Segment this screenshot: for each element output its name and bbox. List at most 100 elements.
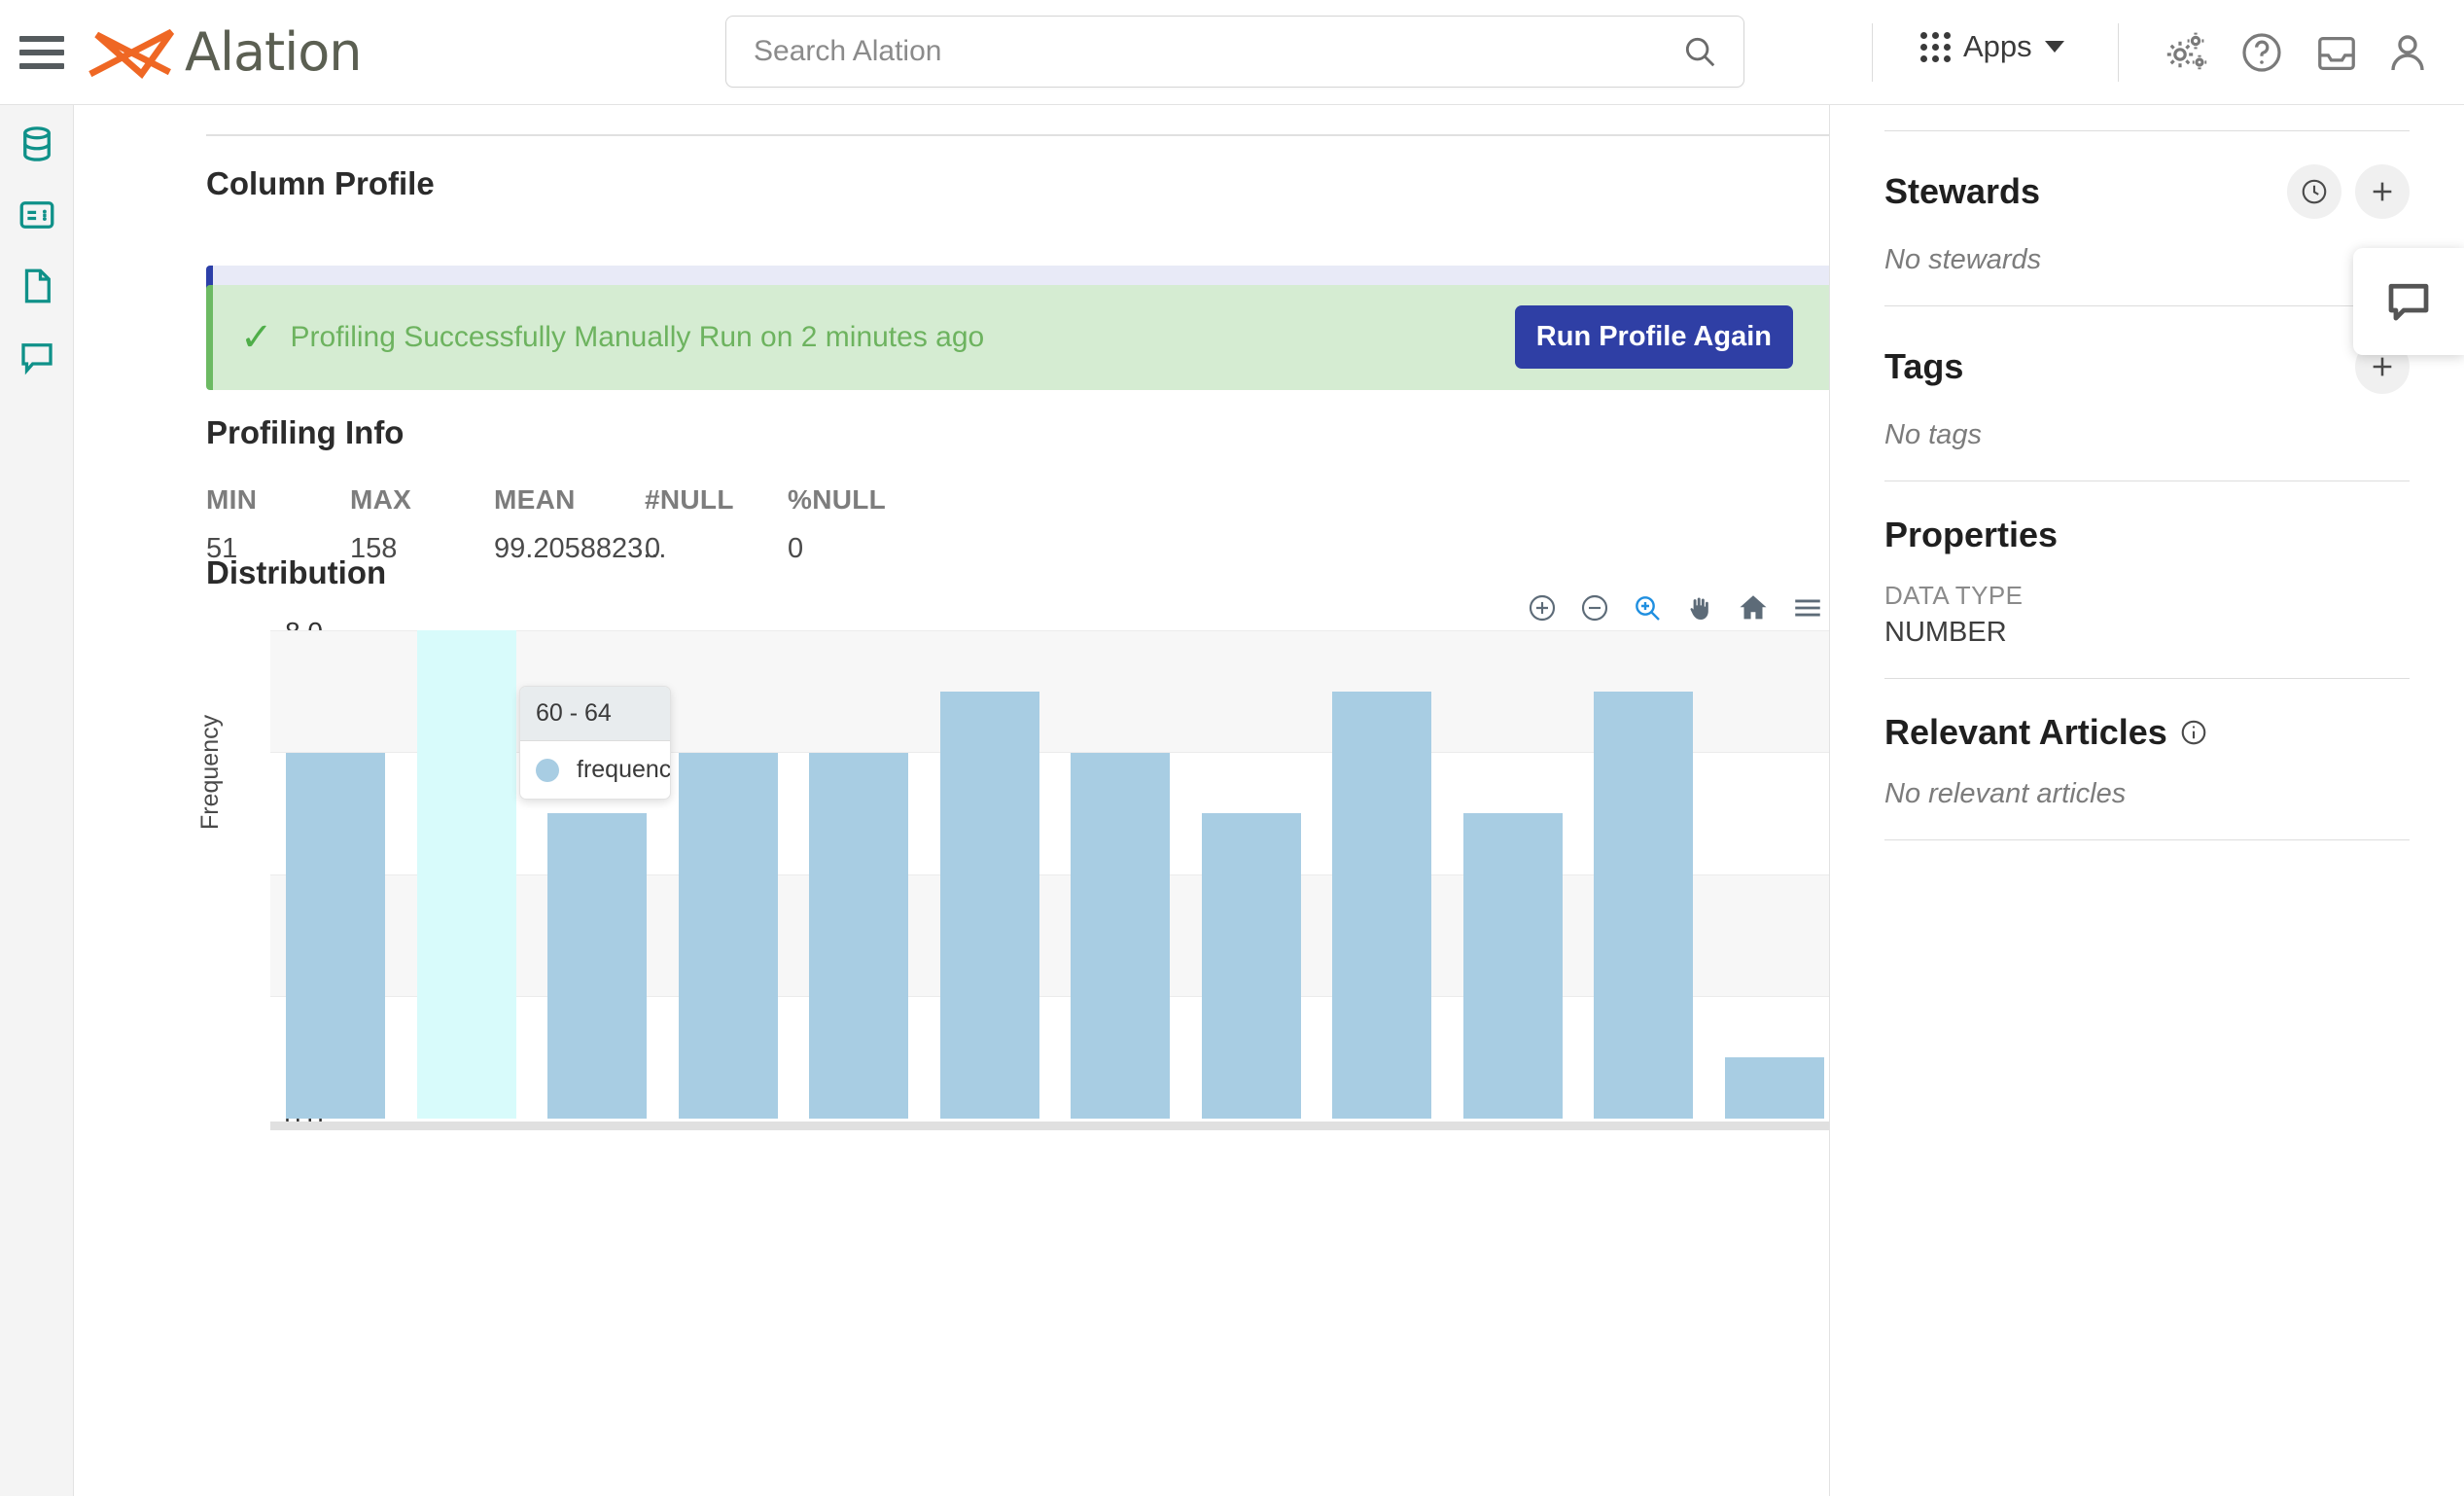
chart-tooltip: 60 - 64 frequency: 7.0 xyxy=(519,686,671,800)
stat-null-count-key: #NULL xyxy=(645,484,734,515)
bar[interactable] xyxy=(1462,813,1563,1119)
properties-title: Properties xyxy=(1884,515,2059,554)
global-search[interactable] xyxy=(725,16,1744,88)
profiling-info-title: Profiling Info xyxy=(206,414,405,450)
stewards-section: Stewards No stewards xyxy=(1884,131,2410,305)
apps-menu[interactable]: Apps xyxy=(1920,29,2064,64)
bar-cell[interactable] xyxy=(270,630,402,1119)
bar[interactable] xyxy=(1332,691,1432,1119)
hamburger-menu-icon[interactable] xyxy=(19,35,64,69)
stat-null-count: #NULL 0 xyxy=(645,484,788,565)
bar-highlighted[interactable] xyxy=(416,630,516,1119)
stat-max-key: MAX xyxy=(350,484,412,515)
relevant-articles-empty-text: No relevant articles xyxy=(1884,778,2127,809)
settings-gears-icon[interactable] xyxy=(2163,29,2209,76)
chat-bubble-icon[interactable] xyxy=(2353,248,2464,355)
sidebar-item-document[interactable] xyxy=(14,263,60,309)
bar-cell[interactable] xyxy=(1186,630,1318,1119)
run-profile-again-button[interactable]: Run Profile Again xyxy=(1514,305,1793,369)
main-content: Column Profile Automatic Titling: Are th… xyxy=(74,105,1829,1496)
stat-null-pct: %NULL 0 xyxy=(788,484,886,565)
tooltip-series-dot-icon xyxy=(536,758,559,782)
profiling-stats: MIN 51 MAX 158 MEAN 99.2058823... #NULL … xyxy=(206,484,886,565)
bar[interactable] xyxy=(547,813,648,1119)
bar-cell[interactable] xyxy=(1055,630,1186,1119)
success-check-icon: ✓ xyxy=(240,316,273,359)
tooltip-series-label: frequency: xyxy=(577,756,671,783)
relevant-articles-section: Relevant Articles No relevant articles xyxy=(1884,679,2410,839)
bar-cell[interactable] xyxy=(1448,630,1579,1119)
pan-hand-icon[interactable] xyxy=(1684,592,1715,623)
reset-home-icon[interactable] xyxy=(1737,591,1770,624)
relevant-articles-label: Relevant Articles xyxy=(1884,712,2167,752)
search-input[interactable] xyxy=(726,35,1681,68)
bar[interactable] xyxy=(678,752,778,1119)
tooltip-header: 60 - 64 xyxy=(520,687,670,741)
profiling-status-message: Profiling Successfully Manually Run on 2… xyxy=(290,321,985,353)
stewards-title: Stewards xyxy=(1884,171,2041,211)
stat-null-pct-key: %NULL xyxy=(788,484,887,515)
distribution-title: Distribution xyxy=(206,554,387,590)
info-circle-icon[interactable] xyxy=(2179,718,2208,747)
bar[interactable] xyxy=(286,752,386,1119)
stat-mean: MEAN 99.2058823... xyxy=(494,484,666,565)
bar[interactable] xyxy=(1594,691,1694,1119)
stat-min-key: MIN xyxy=(206,484,258,515)
bar-series xyxy=(270,630,1829,1119)
zoom-out-icon[interactable] xyxy=(1579,592,1610,623)
stat-null-count-value: 0 xyxy=(645,533,661,564)
selection-zoom-icon[interactable] xyxy=(1632,592,1663,623)
alation-bowtie-icon xyxy=(88,28,175,79)
bar[interactable] xyxy=(939,691,1039,1119)
bar[interactable] xyxy=(1724,1057,1824,1119)
search-icon[interactable] xyxy=(1681,33,1718,70)
sidebar-item-conversation[interactable] xyxy=(14,334,60,380)
tags-title: Tags xyxy=(1884,346,1964,386)
bar[interactable] xyxy=(1201,813,1301,1119)
chevron-down-icon xyxy=(2044,41,2064,53)
bar-cell[interactable] xyxy=(1578,630,1709,1119)
zoom-in-icon[interactable] xyxy=(1527,592,1558,623)
history-clock-icon[interactable] xyxy=(2287,164,2341,219)
stewards-empty-text: No stewards xyxy=(1884,244,2042,275)
chart-toolbar xyxy=(1527,591,1824,624)
brand-name: Alation xyxy=(185,21,362,83)
profiling-status-banner: ✓ Profiling Successfully Manually Run on… xyxy=(206,285,1829,390)
help-question-icon[interactable] xyxy=(2238,29,2285,76)
document-icon xyxy=(24,268,51,303)
alation-logo[interactable]: Alation xyxy=(86,21,362,83)
data-card-icon xyxy=(19,201,53,229)
plot-region: Frequency 8.0 6.0 4.0 2.0 0.0 60 - 64 xyxy=(196,617,1829,1136)
bar-cell[interactable] xyxy=(402,630,533,1119)
content-top-divider xyxy=(206,134,1829,136)
tooltip-body: frequency: 7.0 xyxy=(520,741,670,799)
sidebar-item-data-card[interactable] xyxy=(14,192,60,238)
apps-label: Apps xyxy=(1963,29,2032,63)
top-navigation-bar: Alation Apps xyxy=(0,0,2464,105)
bar-cell[interactable] xyxy=(663,630,794,1119)
x-axis-line xyxy=(270,1122,1829,1130)
inbox-icon[interactable] xyxy=(2314,31,2359,76)
divider xyxy=(1872,23,1873,82)
add-steward-plus-icon[interactable] xyxy=(2355,164,2410,219)
relevant-articles-title: Relevant Articles xyxy=(1884,712,2410,753)
tags-section: Tags No tags xyxy=(1884,306,2410,481)
properties-section: Properties DATA TYPE NUMBER xyxy=(1884,481,2410,678)
plot-area xyxy=(270,630,1829,1130)
bar-cell[interactable] xyxy=(1709,630,1830,1119)
divider-2 xyxy=(2118,23,2119,82)
panel-divider-4 xyxy=(1884,839,2410,840)
bar[interactable] xyxy=(1071,752,1171,1119)
bar-cell[interactable] xyxy=(925,630,1056,1119)
bar-cell[interactable] xyxy=(1317,630,1448,1119)
bar-cell[interactable] xyxy=(793,630,925,1119)
chart-menu-icon[interactable] xyxy=(1791,591,1824,624)
y-axis-label: Frequency xyxy=(196,714,224,830)
bar[interactable] xyxy=(809,752,909,1119)
stat-null-pct-value: 0 xyxy=(788,533,804,564)
stat-mean-key: MEAN xyxy=(494,484,576,515)
database-icon xyxy=(22,126,51,161)
sidebar-item-database[interactable] xyxy=(14,121,60,167)
user-account-icon[interactable] xyxy=(2384,29,2431,76)
distribution-chart: Frequency 8.0 6.0 4.0 2.0 0.0 60 - 64 xyxy=(196,591,1829,1136)
